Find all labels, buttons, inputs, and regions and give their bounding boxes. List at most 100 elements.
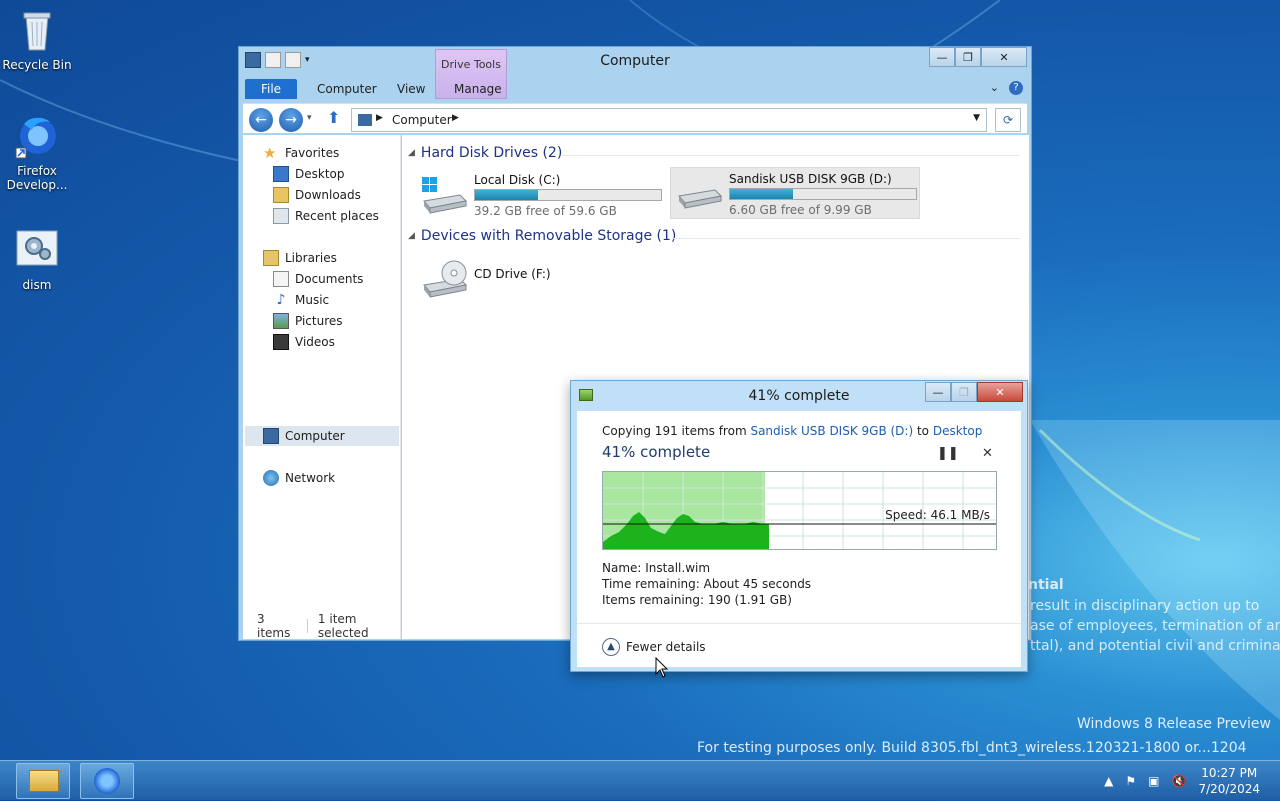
music-icon: ♪ [276,292,286,308]
volume-muted-icon[interactable]: 🔇 [1172,774,1187,788]
desktop-icon-firefox[interactable]: Firefox Develop... [0,114,74,192]
dialog-footer: ▲ Fewer details [577,623,1021,667]
drive-usage-fill [475,190,539,200]
navigation-pane: ★ Favorites Desktop Downloads Recent pla… [243,135,401,639]
status-item-count: 3 items [257,612,291,640]
group-title: Hard Disk Drives (2) [420,145,563,161]
explorer-titlebar[interactable]: ▾ Computer — ❐ ✕ [239,47,1031,75]
back-button[interactable]: ← [249,108,273,132]
nav-computer[interactable]: Computer [263,426,345,446]
dialog-window-controls: — ❐ ✕ [925,382,1023,402]
help-icon[interactable]: ? [1009,81,1023,95]
libraries-icon [263,250,279,266]
group-header-hard-disks[interactable]: ◢ Hard Disk Drives (2) [408,145,562,161]
minimize-button[interactable]: — [929,47,955,67]
navigation-bar: ← → ▾ ⬆ ▶ Computer ▶ ▼ ⟳ [243,103,1027,133]
nav-favorites[interactable]: ★ Favorites [263,143,339,163]
nav-label: Pictures [295,314,343,328]
watermark-legal-text: ntial [1028,577,1064,593]
nav-pictures[interactable]: Pictures [273,311,343,331]
folder-icon [29,770,59,792]
desktop-icon-recycle-bin[interactable]: Recycle Bin [0,8,74,72]
group-divider [672,238,1020,239]
copy-prefix: Copying 191 items from [602,424,751,438]
dialog-body: Copying 191 items from Sandisk USB DISK … [577,411,1021,667]
source-link[interactable]: Sandisk USB DISK 9GB (D:) [750,424,913,438]
action-center-flag-icon[interactable]: ⚑ [1125,774,1136,788]
hard-drive-windows-icon [422,177,468,214]
computer-icon [358,114,372,126]
copy-summary: Copying 191 items from Sandisk USB DISK … [602,424,982,438]
detail-time-remaining: Time remaining: About 45 seconds [602,577,812,591]
drive-item-f[interactable]: CD Drive (F:) [416,253,616,303]
copy-progress-dialog[interactable]: 41% complete — ❐ ✕ Copying 191 items fro… [570,380,1028,672]
nav-label: Downloads [295,188,361,202]
window-controls: — ❐ ✕ [929,47,1027,67]
up-arrow-icon[interactable]: ⬆ [327,108,340,127]
desktop-icon [273,166,289,182]
nav-network[interactable]: Network [263,468,335,488]
settings-gear-icon [16,230,58,266]
drive-name: Sandisk USB DISK 9GB (D:) [729,172,892,186]
nav-music[interactable]: ♪ Music [273,290,330,310]
fewer-details-toggle[interactable]: ▲ Fewer details [602,638,706,656]
drive-item-d[interactable]: Sandisk USB DISK 9GB (D:) 6.60 GB free o… [670,167,920,219]
tab-file[interactable]: File [245,79,297,99]
ribbon-tabs: File Computer View Manage ⌄ ? [243,77,1027,99]
chevron-up-icon: ▲ [602,638,620,656]
tab-view[interactable]: View [387,79,435,99]
maximize-button: ❐ [951,382,977,402]
nav-label: Music [295,293,330,307]
expand-ribbon-icon[interactable]: ⌄ [990,81,999,95]
status-divider [307,619,308,633]
status-bar: 3 items 1 item selected [243,612,401,640]
nav-libraries[interactable]: Libraries [263,248,337,268]
nav-documents[interactable]: Documents [273,269,363,289]
ribbon-right-controls: ⌄ ? [990,81,1023,95]
forward-button[interactable]: → [279,108,303,132]
breadcrumb[interactable]: Computer [392,113,452,127]
computer-icon [263,428,279,444]
desktop-icon-label: dism [22,278,52,292]
tab-computer[interactable]: Computer [307,79,387,99]
desktop-icon-label: Firefox Develop... [6,164,68,192]
drive-name: Local Disk (C:) [474,173,561,187]
refresh-button[interactable]: ⟳ [995,108,1021,132]
recent-locations-icon[interactable]: ▾ [307,113,312,123]
address-dropdown-icon[interactable]: ▼ [973,113,980,123]
firefox-developer-icon [15,117,56,159]
detail-name: Name: Install.wim [602,561,711,575]
nav-videos[interactable]: Videos [273,332,335,352]
taskbar-firefox[interactable] [80,763,134,799]
drive-free-space: 39.2 GB free of 59.6 GB [474,204,617,218]
watermark-legal-text: ttal), and potential civil and criminal [1030,638,1280,654]
nav-label: Desktop [295,167,345,181]
network-icon[interactable]: ▣ [1148,774,1159,788]
close-button[interactable]: ✕ [981,47,1027,67]
show-hidden-icons-icon[interactable]: ▲ [1104,774,1113,788]
collapse-arrow-icon: ◢ [408,148,415,158]
minimize-button[interactable]: — [925,382,951,402]
nav-label: Network [285,471,336,485]
pause-button[interactable]: ❚❚ [937,446,959,461]
nav-downloads[interactable]: Downloads [273,185,361,205]
nav-label: Videos [295,335,335,349]
cancel-button[interactable]: ✕ [982,446,993,461]
tab-manage[interactable]: Manage [444,79,512,99]
breadcrumb-separator-icon: ▶ [452,113,459,123]
address-bar[interactable]: ▶ Computer ▶ ▼ [351,108,987,132]
close-button[interactable]: ✕ [977,382,1023,402]
drive-usage-bar [474,189,662,201]
nav-recent-places[interactable]: Recent places [273,206,379,226]
watermark-legal-text: result in disciplinary action up to [1030,598,1260,614]
recycle-bin-icon [23,12,51,51]
group-header-removable[interactable]: ◢ Devices with Removable Storage (1) [408,228,676,244]
clock[interactable]: 10:27 PM 7/20/2024 [1198,765,1260,797]
drive-item-c[interactable]: Local Disk (C:) 39.2 GB free of 59.6 GB [416,169,666,219]
maximize-button[interactable]: ❐ [955,47,981,67]
nav-desktop[interactable]: Desktop [273,164,345,184]
destination-link[interactable]: Desktop [933,424,983,438]
taskbar-file-explorer[interactable] [16,763,70,799]
desktop-icon-dism[interactable]: dism [0,228,74,292]
usb-drive-icon [678,189,723,209]
